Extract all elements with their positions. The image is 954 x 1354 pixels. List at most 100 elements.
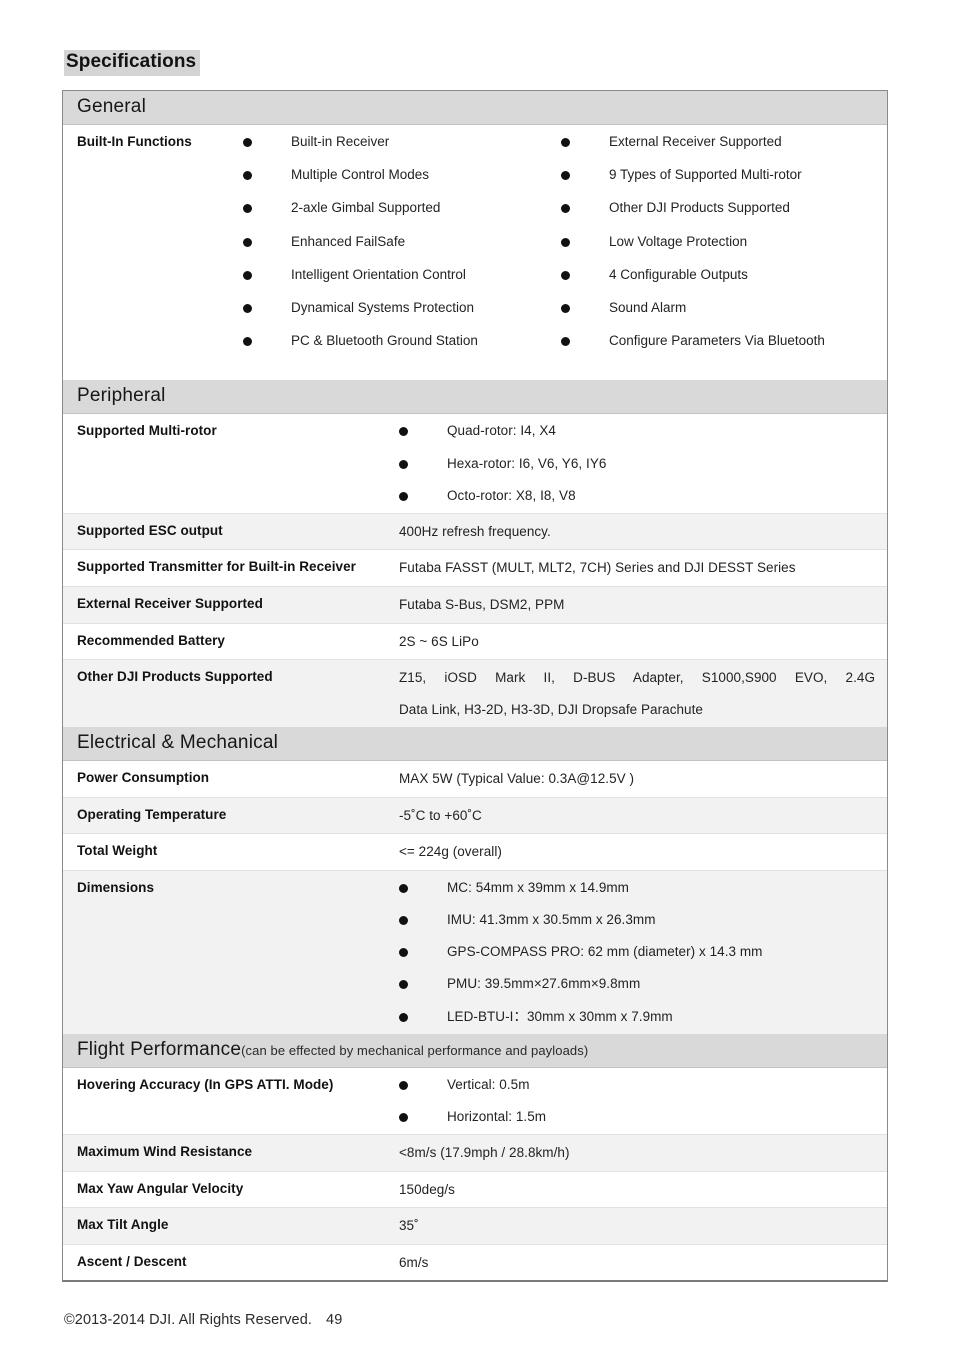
- row-label-operating-temperature: Operating Temperature: [77, 806, 227, 822]
- table-row: Supported Multi-rotor Quad-rotor: I4, X4…: [63, 414, 887, 513]
- bullet-icon: [561, 270, 570, 280]
- list-item-text: Intelligent Orientation Control: [291, 266, 466, 282]
- bullet-icon: [243, 303, 252, 313]
- list-item: Low Voltage Protection: [561, 234, 879, 250]
- row-value-dimensions: MC: 54mm x 39mm x 14.9mm IMU: 41.3mm x 3…: [399, 871, 887, 1034]
- list-item-text: 4 Configurable Outputs: [609, 266, 748, 282]
- list-item-text: PC & Bluetooth Ground Station: [291, 333, 478, 349]
- section-note-flight-performance: (can be effected by mechanical performan…: [241, 1042, 589, 1058]
- table-row: Recommended Battery 2S ~ 6S LiPo: [63, 622, 887, 660]
- row-value-hovering-accuracy: Vertical: 0.5m Horizontal: 1.5m: [399, 1068, 887, 1134]
- list-item: PC & Bluetooth Ground Station: [243, 333, 561, 349]
- table-row: Maximum Wind Resistance <8m/s (17.9mph /…: [63, 1134, 887, 1171]
- list-item-text: Dynamical Systems Protection: [291, 299, 475, 315]
- bullet-icon: [243, 171, 252, 181]
- row-value-other-dji-products: Z15, iOSD Mark II, D-BUS Adapter, S1000,…: [399, 660, 887, 727]
- row-label-recommended-battery: Recommended Battery: [77, 632, 225, 648]
- page-footer: ©2013-2014 DJI. All Rights Reserved. 49: [64, 1312, 342, 1328]
- footer-page-number: 49: [326, 1312, 343, 1328]
- section-title-peripheral: Peripheral: [77, 385, 166, 407]
- row-value-supported-esc-output: 400Hz refresh frequency.: [399, 523, 551, 539]
- built-in-functions-column-right: External Receiver Supported 9 Types of S…: [561, 134, 879, 366]
- list-item-text: MC: 54mm x 39mm x 14.9mm: [447, 879, 629, 895]
- list-item: Quad-rotor: I4, X4: [399, 423, 875, 439]
- list-item-text: LED-BTU-I：30mm x 30mm x 7.9mm: [447, 1008, 673, 1024]
- section-title-general: General: [77, 96, 146, 117]
- value-line-1: Z15, iOSD Mark II, D-BUS Adapter, S1000,…: [399, 670, 875, 686]
- bullet-icon: [399, 491, 408, 501]
- bullet-icon: [399, 1112, 408, 1122]
- table-row: Supported ESC output 400Hz refresh frequ…: [63, 512, 887, 550]
- section-header-flight-performance: Flight Performance(can be effected by me…: [63, 1033, 887, 1068]
- list-item: LED-BTU-I：30mm x 30mm x 7.9mm: [399, 1009, 875, 1025]
- bullet-list: MC: 54mm x 39mm x 14.9mm IMU: 41.3mm x 3…: [399, 880, 875, 1025]
- row-value-ascent-descent: 6m/s: [399, 1254, 429, 1270]
- row-value-recommended-battery: 2S ~ 6S LiPo: [399, 633, 479, 649]
- row-value-total-weight: <= 224g (overall): [399, 844, 502, 860]
- list-item: IMU: 41.3mm x 30.5mm x 26.3mm: [399, 912, 875, 928]
- bullet-list: External Receiver Supported 9 Types of S…: [561, 134, 879, 349]
- list-item: Multiple Control Modes: [243, 167, 561, 183]
- list-item-text: Low Voltage Protection: [609, 233, 748, 249]
- bullet-list: Vertical: 0.5m Horizontal: 1.5m: [399, 1077, 875, 1125]
- row-label-built-in-functions: Built-In Functions: [77, 134, 192, 149]
- list-item: PMU: 39.5mm×27.6mm×9.8mm: [399, 976, 875, 992]
- row-value-max-tilt-angle: 35˚: [399, 1218, 419, 1234]
- row-value-supported-transmitter: Futaba FASST (MULT, MLT2, 7CH) Series an…: [399, 560, 796, 576]
- value-line-2: Data Link, H3-2D, H3-3D, DJI Dropsafe Pa…: [399, 701, 703, 717]
- bullet-icon: [399, 427, 408, 437]
- section-header-electrical-mechanical: Electrical & Mechanical: [63, 727, 887, 762]
- list-item-text: GPS-COMPASS PRO: 62 mm (diameter) x 14.3…: [447, 944, 763, 960]
- row-value-power-consumption: MAX 5W (Typical Value: 0.3A@12.5V ): [399, 771, 635, 787]
- row-label-external-receiver-supported: External Receiver Supported: [77, 595, 263, 611]
- row-label-supported-transmitter: Supported Transmitter for Built-in Recei…: [77, 559, 356, 575]
- list-item: Other DJI Products Supported: [561, 200, 879, 216]
- list-item-text: Sound Alarm: [609, 299, 687, 315]
- row-label-dimensions: Dimensions: [77, 879, 155, 895]
- section-title-flight-performance: Flight Performance: [77, 1038, 242, 1060]
- row-label-max-tilt-angle: Max Tilt Angle: [77, 1217, 169, 1233]
- bullet-icon: [561, 303, 570, 313]
- bullet-icon: [561, 138, 570, 147]
- bullet-list: Quad-rotor: I4, X4 Hexa-rotor: I6, V6, Y…: [399, 423, 875, 504]
- list-item-text: Vertical: 0.5m: [447, 1076, 530, 1092]
- bullet-icon: [243, 237, 252, 247]
- list-item-text: Hexa-rotor: I6, V6, Y6, IY6: [447, 455, 607, 471]
- table-row: Other DJI Products Supported Z15, iOSD M…: [63, 659, 887, 728]
- list-item-text: Enhanced FailSafe: [291, 233, 406, 249]
- list-item: Sound Alarm: [561, 300, 879, 316]
- row-label-hovering-accuracy: Hovering Accuracy (In GPS ATTI. Mode): [77, 1076, 334, 1092]
- list-item-text: External Receiver Supported: [609, 134, 782, 149]
- table-row: Power Consumption MAX 5W (Typical Value:…: [63, 761, 887, 797]
- table-row: Supported Transmitter for Built-in Recei…: [63, 549, 887, 586]
- list-item: Vertical: 0.5m: [399, 1077, 875, 1093]
- bullet-icon: [399, 915, 408, 925]
- row-value-max-yaw-angular-velocity: 150deg/s: [399, 1181, 455, 1197]
- list-item-text: 2-axle Gimbal Supported: [291, 200, 441, 216]
- table-row: Total Weight <= 224g (overall): [63, 833, 887, 870]
- specifications-table: General Built-In Functions Built-in Rece…: [62, 90, 888, 1283]
- bullet-icon: [399, 1080, 408, 1090]
- bullet-icon: [561, 237, 570, 247]
- bullet-icon: [243, 337, 252, 347]
- page-title-container: Specifications: [64, 50, 201, 76]
- list-item-text: Multiple Control Modes: [291, 167, 430, 183]
- table-row: External Receiver Supported Futaba S-Bus…: [63, 585, 887, 623]
- list-item: Hexa-rotor: I6, V6, Y6, IY6: [399, 456, 875, 472]
- bullet-list: Built-in Receiver Multiple Control Modes…: [243, 134, 561, 349]
- table-row: Built-In Functions Built-in Receiver Mul…: [63, 125, 887, 381]
- list-item-text: PMU: 39.5mm×27.6mm×9.8mm: [447, 976, 641, 992]
- bullet-icon: [399, 980, 408, 990]
- bullet-icon: [399, 1012, 408, 1022]
- bullet-icon: [399, 459, 408, 469]
- table-row: Dimensions MC: 54mm x 39mm x 14.9mm IMU:…: [63, 869, 887, 1034]
- bullet-icon: [243, 204, 252, 214]
- row-value-external-receiver-supported: Futaba S-Bus, DSM2, PPM: [399, 596, 565, 612]
- row-value-maximum-wind-resistance: <8m/s (17.9mph / 28.8km/h): [399, 1145, 570, 1161]
- table-row: Max Yaw Angular Velocity 150deg/s: [63, 1170, 887, 1208]
- row-label-ascent-descent: Ascent / Descent: [77, 1253, 187, 1269]
- section-header-peripheral: Peripheral: [63, 380, 887, 415]
- built-in-functions-column-left: Built-in Receiver Multiple Control Modes…: [243, 134, 561, 366]
- row-label-maximum-wind-resistance: Maximum Wind Resistance: [77, 1144, 253, 1160]
- row-label-total-weight: Total Weight: [77, 843, 158, 859]
